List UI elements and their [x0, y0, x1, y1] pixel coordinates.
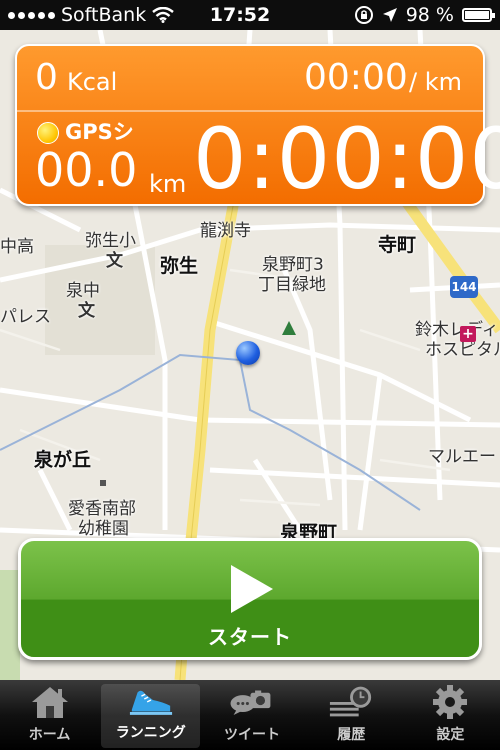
status-bar: SoftBank 17:52 98 % [0, 0, 500, 30]
battery-icon [462, 8, 495, 22]
stats-panel: 0 Kcal 00:00 / km GPSシ 00.0 km 0:00:00 [15, 44, 500, 206]
tweet-camera-icon [229, 684, 275, 720]
carrier-name: SoftBank [61, 4, 147, 26]
school-icon: 文 [106, 251, 123, 271]
gear-icon [427, 684, 473, 720]
calories-value: 0 [35, 57, 58, 98]
hospital-icon: + [460, 326, 476, 342]
play-icon [231, 565, 273, 613]
map-label-palace: パレス [0, 307, 51, 327]
route-144-badge: 144 [450, 276, 478, 298]
history-icon [328, 684, 374, 720]
home-icon [27, 684, 73, 720]
distance-value: 00.0 [35, 143, 138, 197]
tab-settings[interactable]: 設定 [401, 680, 500, 750]
gps-status-label: GPSシ [65, 120, 134, 144]
map-label-marue: マルエー [428, 447, 496, 467]
location-arrow-icon [382, 8, 397, 22]
tab-running[interactable]: ランニング [101, 682, 201, 748]
tab-home-label: ホーム [28, 727, 71, 743]
map-label-izumigaoka: 泉が丘 [34, 449, 92, 471]
current-location-dot [236, 341, 260, 365]
tab-settings-label: 設定 [436, 727, 465, 743]
start-button-label: スタート [208, 625, 292, 649]
pace-unit: / km [409, 68, 462, 96]
gps-status-icon [37, 122, 59, 144]
park-icon [282, 321, 296, 335]
calories-unit: Kcal [67, 68, 118, 96]
orientation-lock-icon [354, 6, 373, 24]
elapsed-time: 0:00:00 [193, 110, 500, 208]
status-right: 98 % [312, 4, 495, 26]
tab-running-label: ランニング [115, 725, 186, 741]
map-label-youchien: 幼稚園 [78, 519, 129, 539]
distance-unit: km [149, 170, 187, 198]
signal-strength-icon [8, 11, 55, 19]
tab-history-label: 履歴 [337, 727, 366, 743]
pace-value: 00:00 [304, 57, 408, 98]
school-icon: 文 [78, 301, 95, 321]
status-left: SoftBank [8, 4, 188, 26]
map-label-yayoi: 弥生 [160, 255, 199, 277]
map-label-chome-ryokuchi: 丁目緑地 [258, 275, 326, 295]
map-label-ryusenji: 龍渕寺 [200, 221, 251, 241]
tab-bar: ホーム ランニング ツイート 履歴 設定 [0, 680, 500, 750]
tab-home[interactable]: ホーム [0, 680, 99, 750]
map-label-nakako: 中高 [0, 237, 34, 257]
tab-history[interactable]: 履歴 [302, 680, 401, 750]
battery-percent: 98 % [405, 4, 454, 26]
map-label-terumachi: 寺町 [378, 234, 417, 256]
status-time: 17:52 [209, 4, 271, 26]
running-shoe-icon [128, 682, 174, 718]
start-button[interactable]: スタート [18, 538, 482, 660]
tab-tweet-label: ツイート [224, 727, 280, 743]
tab-tweet[interactable]: ツイート [202, 680, 301, 750]
